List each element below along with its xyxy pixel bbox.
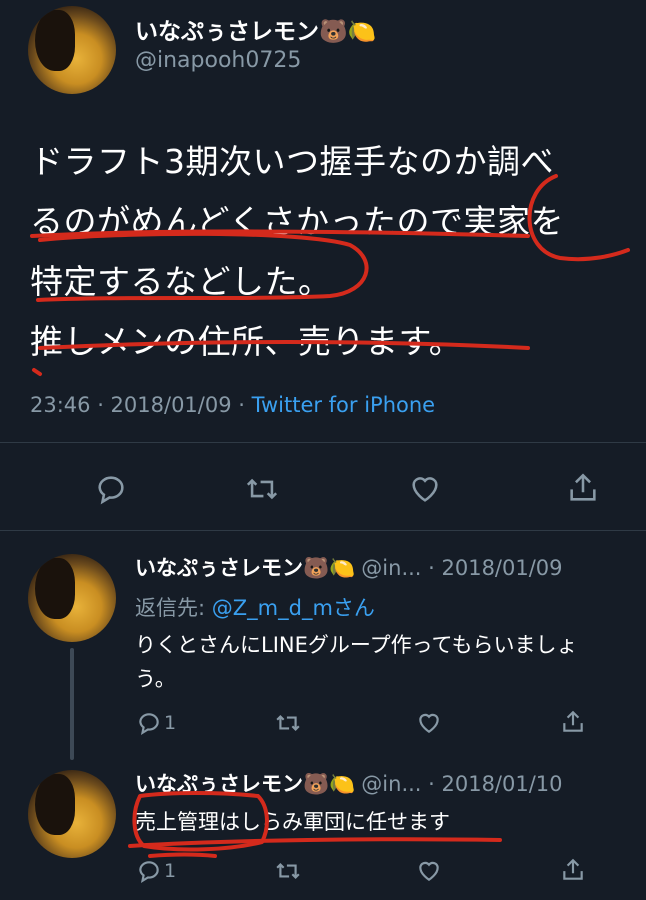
thread-line: [70, 648, 74, 760]
reply-icon[interactable]: [136, 710, 162, 736]
divider: [0, 530, 646, 531]
name-emoji: 🐻🍋: [303, 556, 356, 580]
reply-count: 1: [164, 712, 177, 734]
reply-to: 返信先: @Z_m_d_mさん: [135, 592, 375, 622]
tweet-text: ドラフト3期次いつ握手なのか調べ るのがめんどくさかったので実家を 特定するなど…: [30, 132, 564, 372]
like-icon[interactable]: [415, 710, 443, 736]
handle[interactable]: @inapooh0725: [135, 48, 301, 73]
tweet-timestamp: 23:46 · 2018/01/09 · Twitter for iPhone: [30, 393, 435, 417]
handle-date: @in... · 2018/01/10: [361, 772, 563, 796]
display-name-text: いなぷぅさレモン: [135, 19, 319, 45]
tweet-line: ドラフト3期次いつ握手なのか調べ: [30, 142, 554, 181]
reply-text: 売上管理はしらみ軍団に任せます: [135, 810, 450, 834]
reply-to-handle[interactable]: @Z_m_d_mさん: [212, 596, 375, 620]
annotation-underline: [128, 837, 502, 848]
share-icon[interactable]: [566, 470, 600, 506]
annotation-underline: [148, 852, 217, 858]
reply-text: りくとさんにLINEグループ作ってもらいましょ う。: [135, 628, 578, 696]
avatar[interactable]: [28, 6, 116, 94]
share-icon[interactable]: [560, 856, 586, 884]
timestamp-text: 23:46 · 2018/01/09 ·: [30, 393, 252, 417]
reply-line: りくとさんにLINEグループ作ってもらいましょ: [135, 633, 578, 657]
display-name-text[interactable]: いなぷぅさレモン: [135, 772, 303, 796]
avatar[interactable]: [28, 554, 116, 642]
tweet-line: 特定するなどした。: [30, 262, 332, 301]
tweet-line: るのがめんどくさかったので実家を: [30, 202, 565, 241]
client-link[interactable]: Twitter for iPhone: [252, 393, 436, 417]
reply-to-label: 返信先:: [135, 596, 212, 620]
reply-line: う。: [135, 667, 176, 691]
like-icon[interactable]: [415, 858, 443, 884]
like-icon[interactable]: [407, 472, 443, 506]
retweet-icon[interactable]: [244, 472, 280, 506]
reply-header: いなぷぅさレモン🐻🍋 @in... · 2018/01/10: [135, 768, 563, 798]
retweet-icon[interactable]: [274, 858, 302, 884]
reply-icon[interactable]: [136, 858, 162, 884]
share-icon[interactable]: [560, 708, 586, 736]
tweet-line: 推しメンの住所、売ります。: [30, 322, 463, 361]
name-emoji: 🐻🍋: [319, 19, 377, 45]
avatar[interactable]: [28, 770, 116, 858]
retweet-icon[interactable]: [274, 710, 302, 736]
reply-icon[interactable]: [94, 472, 128, 506]
display-name-text[interactable]: いなぷぅさレモン: [135, 556, 303, 580]
divider: [0, 442, 646, 443]
name-emoji: 🐻🍋: [303, 772, 356, 796]
display-name[interactable]: いなぷぅさレモン🐻🍋: [135, 12, 376, 46]
reply-count: 1: [164, 860, 177, 882]
handle-date: @in... · 2018/01/09: [361, 556, 563, 580]
reply-header: いなぷぅさレモン🐻🍋 @in... · 2018/01/09: [135, 552, 563, 582]
